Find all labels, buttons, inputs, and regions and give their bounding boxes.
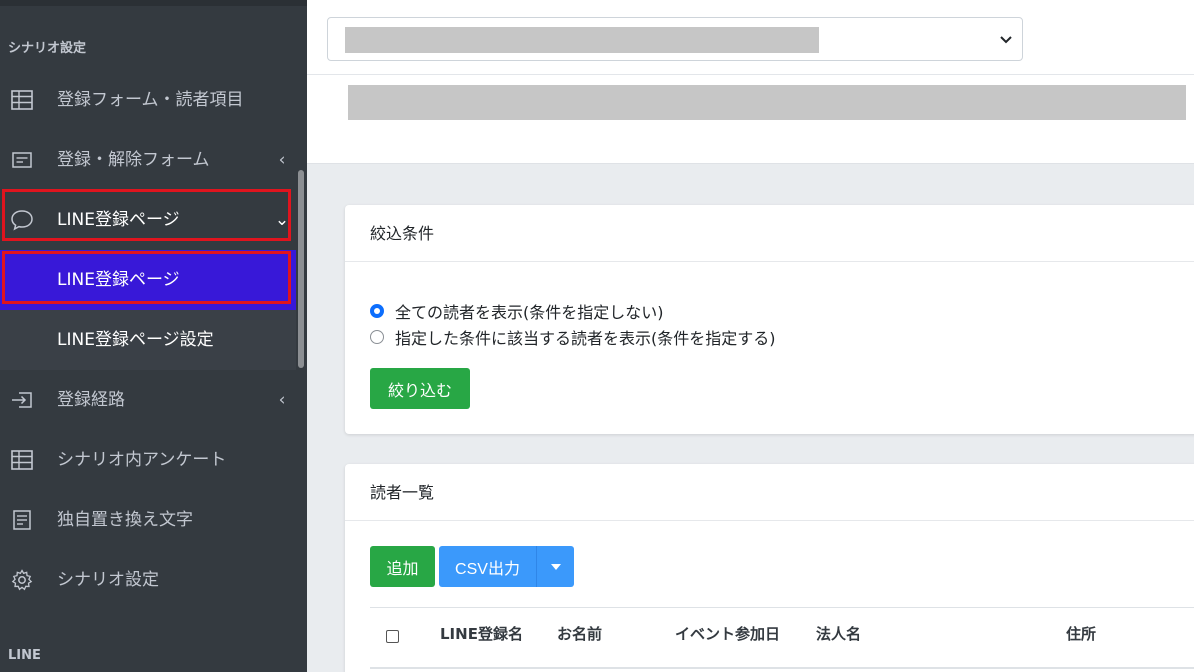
sidebar-item-label: LINE登録ページ [57, 270, 180, 290]
column-header-line-name[interactable]: LINE登録名 [440, 622, 523, 646]
radio-unchecked[interactable] [370, 330, 384, 344]
form-icon [10, 148, 34, 172]
header-divider [307, 74, 1194, 75]
sign-in-icon [10, 388, 34, 412]
sidebar: シナリオ設定 登録フォーム・読者項目 登録・解除フォーム ‹ LINE登録ページ… [0, 0, 307, 672]
sidebar-item-line-registration-page[interactable]: LINE登録ページ ⌄ [0, 190, 296, 250]
sidebar-item-label: シナリオ内アンケート [57, 450, 227, 470]
chevron-down-icon: ⌄ [274, 210, 290, 230]
scenario-select[interactable] [327, 17, 1023, 61]
sidebar-item-registration-route[interactable]: 登録経路 ‹ [0, 370, 296, 430]
filter-apply-button[interactable]: 絞り込む [370, 368, 470, 409]
sidebar-scrollbar[interactable] [298, 170, 304, 368]
filter-card-title: 絞込条件 [370, 224, 435, 243]
sidebar-topbar [0, 0, 307, 6]
sidebar-item-custom-replacement-text[interactable]: 独自置き換え文字 [0, 490, 296, 550]
sidebar-subitem-line-registration-settings[interactable]: LINE登録ページ設定 [0, 310, 296, 370]
column-header-company[interactable]: 法人名 [816, 622, 861, 646]
filter-option-all[interactable]: 全ての読者を表示(条件を指定しない) [370, 299, 664, 323]
sidebar-item-label: LINE登録ページ [57, 210, 180, 230]
table-icon [10, 448, 34, 472]
column-header-event-date[interactable]: イベント参加日 [675, 622, 780, 646]
readers-card-title: 読者一覧 [370, 483, 435, 502]
column-header-name[interactable]: お名前 [557, 622, 602, 646]
sidebar-item-label: 登録経路 [57, 390, 125, 410]
csv-export-button[interactable]: CSV出力 [439, 546, 536, 587]
gear-icon [10, 568, 34, 592]
card-divider [345, 520, 1194, 521]
add-reader-button[interactable]: 追加 [370, 546, 435, 587]
sidebar-item-registration-form-fields[interactable]: 登録フォーム・読者項目 [0, 70, 296, 130]
sidebar-item-label: 登録フォーム・読者項目 [57, 90, 244, 110]
sidebar-item-scenario-settings[interactable]: シナリオ設定 [0, 550, 296, 610]
table-icon [10, 88, 34, 112]
filter-option-label: 指定した条件に該当する読者を表示(条件を指定する) [395, 329, 776, 348]
radio-checked[interactable] [370, 304, 384, 318]
chevron-left-icon: ‹ [278, 390, 286, 410]
select-all-checkbox[interactable] [386, 630, 399, 643]
sidebar-section-scenario: シナリオ設定 [8, 41, 87, 56]
column-header-address[interactable]: 住所 [1066, 622, 1096, 646]
sidebar-item-label: シナリオ設定 [57, 570, 159, 590]
sidebar-subitem-line-registration-page[interactable]: LINE登録ページ [0, 250, 296, 310]
redacted-select-value [345, 27, 819, 53]
chat-bubble-icon [10, 208, 34, 232]
sidebar-item-scenario-survey[interactable]: シナリオ内アンケート [0, 430, 296, 490]
sidebar-item-label: 登録・解除フォーム [57, 150, 210, 170]
redacted-info-bar [348, 85, 1186, 120]
sidebar-item-label: LINE登録ページ設定 [57, 330, 214, 350]
sidebar-item-subscribe-unsubscribe-form[interactable]: 登録・解除フォーム ‹ [0, 130, 296, 190]
sidebar-item-label: 独自置き換え文字 [57, 510, 193, 530]
chevron-left-icon: ‹ [278, 150, 286, 170]
caret-down-icon [550, 563, 561, 570]
csv-export-dropdown-toggle[interactable] [536, 546, 574, 587]
filter-option-conditional[interactable]: 指定した条件に該当する読者を表示(条件を指定する) [370, 325, 776, 349]
sidebar-section-line: LINE [8, 648, 41, 663]
filter-option-label: 全ての読者を表示(条件を指定しない) [395, 303, 664, 322]
card-divider [345, 261, 1194, 262]
document-icon [10, 508, 34, 532]
chevron-down-icon [1000, 36, 1012, 44]
